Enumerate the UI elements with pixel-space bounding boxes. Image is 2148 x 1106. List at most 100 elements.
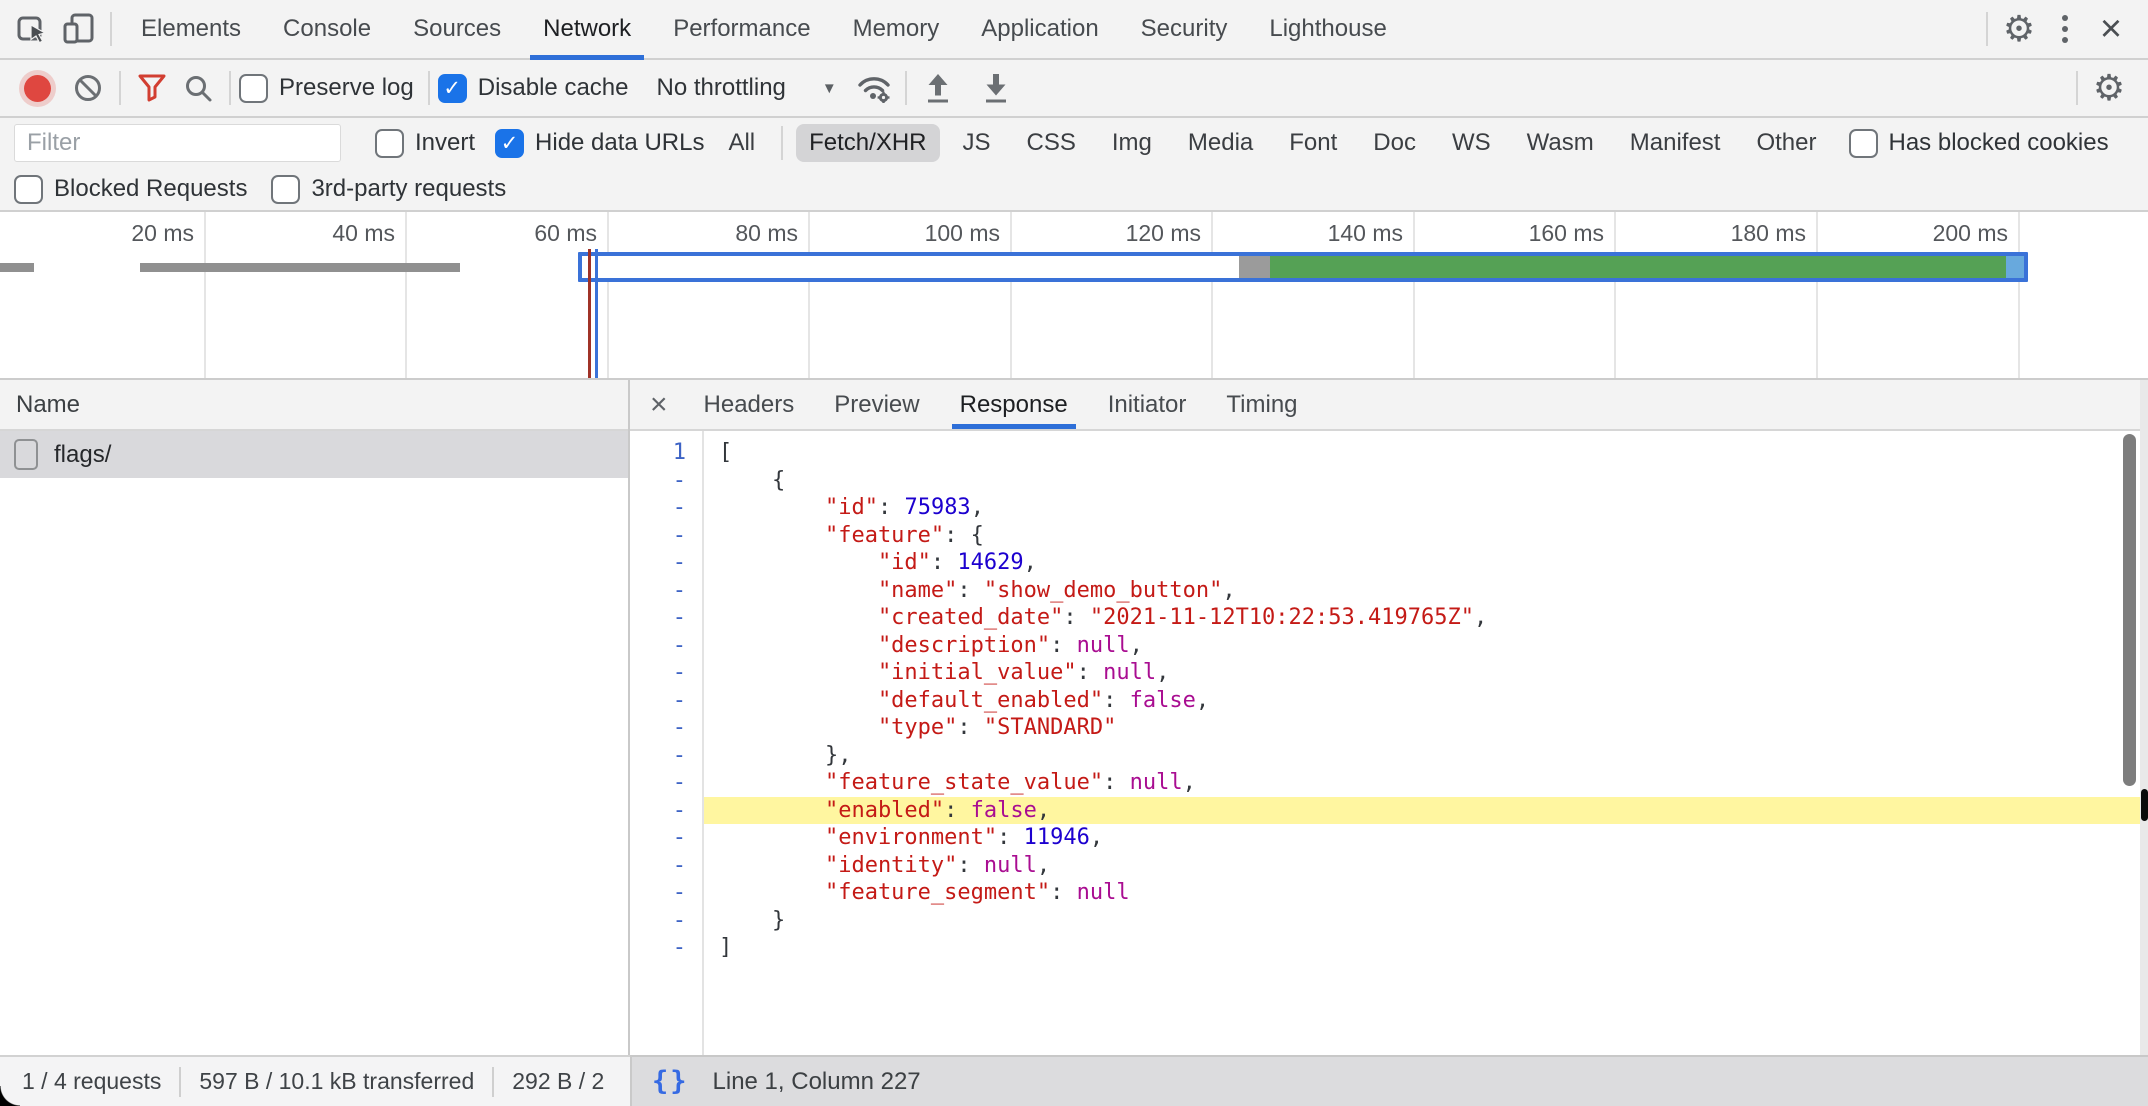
more-options-kebab-icon[interactable] — [2042, 6, 2088, 52]
gutter-line-number: - — [630, 742, 702, 770]
inspect-element-icon[interactable] — [10, 6, 56, 52]
panel-tabs: ElementsConsoleSourcesNetworkPerformance… — [120, 0, 1408, 58]
preserve-log-checkbox[interactable] — [239, 74, 268, 103]
has-blocked-cookies-checkbox[interactable] — [1849, 129, 1878, 158]
gutter-line-number: - — [630, 522, 702, 550]
tab-performance[interactable]: Performance — [652, 0, 831, 58]
third-party-requests-checkbox[interactable] — [271, 175, 300, 204]
timeline-tick-label: 200 ms — [1858, 220, 2008, 247]
export-har-icon[interactable] — [973, 65, 1019, 111]
filter-type-media[interactable]: Media — [1175, 124, 1266, 162]
tab-lighthouse[interactable]: Lighthouse — [1248, 0, 1407, 58]
filter-funnel-icon[interactable] — [129, 65, 175, 111]
device-toolbar-icon[interactable] — [56, 6, 102, 52]
filter-type-css[interactable]: CSS — [1014, 124, 1089, 162]
hide-data-urls-label[interactable]: Hide data URLs — [535, 129, 704, 157]
load-event-line — [595, 249, 598, 378]
request-row[interactable]: flags/ — [0, 431, 628, 478]
code-line: }, — [704, 742, 2148, 770]
status-item: 292 B / 2 — [512, 1068, 604, 1095]
filter-type-fetch-xhr[interactable]: Fetch/XHR — [796, 124, 939, 162]
invert-checkbox[interactable] — [375, 129, 404, 158]
tab-console[interactable]: Console — [262, 0, 392, 58]
clear-network-log-icon[interactable] — [65, 65, 111, 111]
requests-name-column-header[interactable]: Name — [0, 380, 628, 431]
status-item: 1 / 4 requests — [22, 1068, 161, 1095]
invert-label[interactable]: Invert — [415, 129, 475, 157]
tab-security[interactable]: Security — [1120, 0, 1249, 58]
hide-data-urls-checkbox[interactable]: ✓ — [495, 129, 524, 158]
tab-memory[interactable]: Memory — [832, 0, 961, 58]
window-scrollbar-track — [2140, 380, 2148, 1055]
filter-type-doc[interactable]: Doc — [1360, 124, 1429, 162]
settings-gear-icon[interactable]: ⚙ — [1996, 6, 2042, 52]
code-line: "enabled": false, — [704, 797, 2148, 825]
timeline-gridline — [1413, 212, 1415, 378]
filter-type-all[interactable]: All — [715, 124, 768, 162]
filter-type-wasm[interactable]: Wasm — [1514, 124, 1607, 162]
filter-type-img[interactable]: Img — [1099, 124, 1165, 162]
code-line: "id": 14629, — [704, 549, 2148, 577]
filter-type-font[interactable]: Font — [1276, 124, 1350, 162]
detail-tab-headers[interactable]: Headers — [684, 380, 815, 429]
search-icon[interactable] — [175, 65, 221, 111]
has-blocked-cookies-label[interactable]: Has blocked cookies — [1889, 129, 2109, 157]
detail-tabs: HeadersPreviewResponseInitiatorTiming — [684, 380, 1318, 429]
timeline-gridline — [1614, 212, 1616, 378]
gutter-line-number: - — [630, 797, 702, 825]
blocked-requests-checkbox[interactable] — [14, 175, 43, 204]
detail-tab-timing[interactable]: Timing — [1206, 380, 1317, 429]
tab-application[interactable]: Application — [960, 0, 1119, 58]
detail-tab-preview[interactable]: Preview — [814, 380, 939, 429]
filter-type-ws[interactable]: WS — [1439, 124, 1504, 162]
preserve-log-label[interactable]: Preserve log — [279, 74, 414, 102]
close-devtools-icon[interactable]: × — [2088, 6, 2134, 52]
tab-sources[interactable]: Sources — [392, 0, 522, 58]
disable-cache-checkbox[interactable]: ✓ — [438, 74, 467, 103]
code-line: "id": 75983, — [704, 494, 2148, 522]
gutter-line-number: - — [630, 934, 702, 962]
request-name: flags/ — [54, 441, 111, 469]
secondary-filter-bar: Blocked Requests 3rd-party requests — [0, 168, 2148, 212]
code-line: "initial_value": null, — [704, 659, 2148, 687]
disable-cache-label[interactable]: Disable cache — [478, 74, 629, 102]
close-detail-icon[interactable]: × — [634, 390, 684, 420]
filter-input[interactable] — [14, 124, 341, 162]
devtools-window: ElementsConsoleSourcesNetworkPerformance… — [0, 0, 2148, 1106]
cursor-position-label: Line 1, Column 227 — [713, 1068, 921, 1096]
network-overview-timeline[interactable]: 20 ms40 ms60 ms80 ms100 ms120 ms140 ms16… — [0, 212, 2148, 380]
tab-elements[interactable]: Elements — [120, 0, 262, 58]
filter-type-manifest[interactable]: Manifest — [1617, 124, 1734, 162]
gutter-line-number: - — [630, 824, 702, 852]
throttling-select[interactable]: No throttling ▼ — [656, 74, 836, 102]
network-settings-gear-icon[interactable]: ⚙ — [2086, 65, 2132, 111]
code-line: "feature": { — [704, 522, 2148, 550]
code-line: [ — [704, 439, 2148, 467]
filter-type-js[interactable]: JS — [950, 124, 1004, 162]
divider — [905, 71, 907, 105]
detail-tab-initiator[interactable]: Initiator — [1088, 380, 1207, 429]
network-conditions-icon[interactable] — [851, 65, 897, 111]
timeline-gridline — [1211, 212, 1213, 378]
filter-type-other[interactable]: Other — [1743, 124, 1829, 162]
divider — [2076, 71, 2078, 105]
source-position-bar: {} Line 1, Column 227 — [630, 1055, 2148, 1106]
window-scrollbar-thumb[interactable] — [2141, 789, 2148, 821]
detail-tab-response[interactable]: Response — [940, 380, 1088, 429]
third-party-requests-label[interactable]: 3rd-party requests — [311, 175, 506, 203]
timeline-gridline — [204, 212, 206, 378]
timeline-tick-label: 80 ms — [648, 220, 798, 247]
file-icon — [14, 439, 38, 470]
record-network-log-button[interactable] — [24, 75, 51, 102]
response-scrollbar-thumb[interactable] — [2123, 434, 2136, 786]
tab-network[interactable]: Network — [522, 0, 652, 58]
main-tab-bar: ElementsConsoleSourcesNetworkPerformance… — [0, 0, 2148, 60]
blocked-requests-label[interactable]: Blocked Requests — [54, 175, 247, 203]
timeline-gridline — [808, 212, 810, 378]
window-corner — [0, 1086, 20, 1106]
pretty-print-icon[interactable]: {} — [652, 1066, 689, 1097]
chevron-down-icon: ▼ — [822, 80, 837, 97]
timeline-tick-label: 140 ms — [1253, 220, 1403, 247]
import-har-icon[interactable] — [915, 65, 961, 111]
response-viewer[interactable]: 1------------------ [ { "id": 75983, "fe… — [630, 431, 2148, 1055]
